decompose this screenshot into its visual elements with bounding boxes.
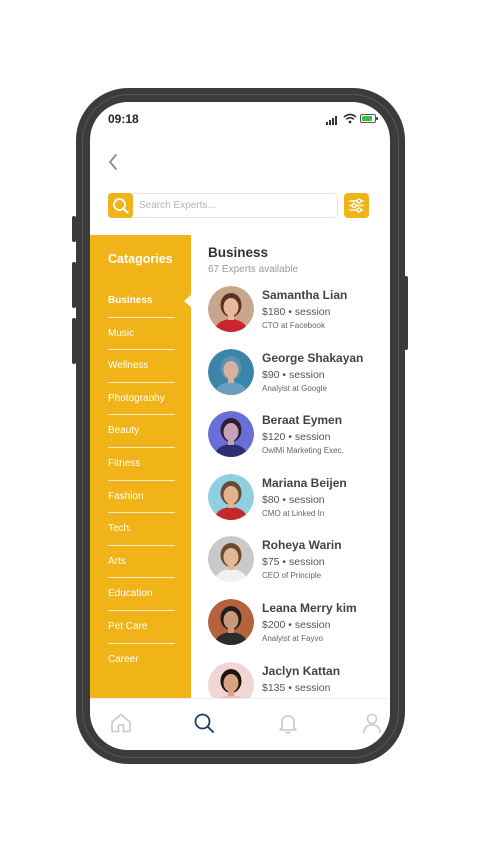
experts-heading: Business bbox=[208, 245, 269, 260]
category-list: Business Music Wellness Photograohy Beauty Fi… bbox=[108, 285, 175, 676]
expert-price: $90 • session bbox=[262, 368, 325, 381]
expert-avatar bbox=[208, 286, 254, 332]
expert-role: Analyist at Fayvo bbox=[262, 633, 323, 643]
nav-profile-icon[interactable] bbox=[360, 711, 384, 735]
wifi-icon bbox=[343, 113, 357, 124]
active-category-pointer bbox=[184, 294, 192, 308]
expert-price: $180 • session bbox=[262, 306, 331, 318]
expert-role: CTO at Facebook bbox=[262, 321, 325, 330]
category-item-pet-care[interactable]: Pet Care bbox=[108, 611, 175, 644]
signal-icon bbox=[326, 115, 340, 125]
category-item-music[interactable]: Music bbox=[108, 318, 175, 351]
expert-list-item[interactable]: Beraat Eymen $120 • session OwlMi Marketin… bbox=[208, 411, 386, 474]
expert-role: CMO at Linked In bbox=[262, 508, 325, 518]
expert-role: CEO of Principle bbox=[262, 571, 322, 581]
expert-name: Mariana Beijen bbox=[262, 475, 347, 490]
status-time: 09:18 bbox=[108, 112, 139, 126]
battery-icon bbox=[360, 114, 378, 123]
nav-search-icon[interactable] bbox=[192, 711, 216, 735]
category-item-arts[interactable]: Arts bbox=[108, 546, 175, 579]
expert-price: $80 • session bbox=[262, 493, 325, 506]
search-icon bbox=[113, 198, 129, 214]
expert-name: Jaclyn Kattan bbox=[262, 663, 341, 678]
expert-list-item[interactable]: Samantha Lian $180 • session CTO at Facebo… bbox=[208, 286, 386, 349]
expert-list-item[interactable]: Leana Merry kim $200 • session Analyist at… bbox=[208, 598, 386, 662]
expert-avatar bbox=[208, 473, 254, 520]
category-item-beauty[interactable]: Beauty bbox=[108, 415, 175, 448]
expert-role: Analyist at Google bbox=[262, 383, 327, 393]
search-button[interactable] bbox=[108, 193, 133, 218]
expert-name: Roheya Warin bbox=[262, 538, 342, 553]
nav-home-icon[interactable] bbox=[109, 711, 133, 735]
status-bar: 09:18 bbox=[90, 102, 390, 136]
bottom-nav bbox=[90, 698, 390, 750]
stage: 09:18 Search Experts... Catagories Busin… bbox=[0, 0, 479, 852]
search-bar bbox=[108, 193, 338, 218]
category-item-career[interactable]: Career bbox=[108, 644, 175, 677]
experts-count: 67 Experts available bbox=[208, 264, 299, 275]
expert-avatar bbox=[208, 411, 254, 458]
expert-avatar bbox=[208, 536, 254, 583]
expert-list-item[interactable]: George Shakayan $90 • session Analyist at … bbox=[208, 348, 386, 412]
category-item-wellness[interactable]: Wellness bbox=[108, 350, 175, 383]
sliders-icon bbox=[349, 198, 364, 213]
search-input[interactable] bbox=[139, 194, 334, 217]
expert-price: $75 • session bbox=[262, 556, 325, 569]
expert-name: Leana Merry kim bbox=[262, 600, 357, 615]
category-title: Catagories bbox=[108, 252, 173, 266]
expert-role: OwlMi Marketing Exec. bbox=[262, 446, 344, 456]
back-chevron-icon[interactable] bbox=[106, 152, 120, 172]
expert-price: $120 • session bbox=[262, 431, 331, 444]
category-item-fashion[interactable]: Fashion bbox=[108, 481, 175, 514]
expert-price: $200 • session bbox=[262, 618, 331, 631]
expert-list-item[interactable]: Mariana Beijen $80 • session CMO at Linked… bbox=[208, 473, 386, 537]
expert-name: Beraat Eymen bbox=[262, 413, 343, 428]
app-screen: 09:18 Search Experts... Catagories Busin… bbox=[90, 102, 390, 750]
category-item-education[interactable]: Education bbox=[108, 578, 175, 611]
expert-avatar bbox=[208, 348, 254, 395]
expert-list-item[interactable]: Roheya Warin $75 • session CEO of Principl… bbox=[208, 536, 386, 599]
experts-list: Samantha Lian $180 • session CTO at Facebo… bbox=[208, 286, 386, 724]
category-item-fitness[interactable]: Fitness bbox=[108, 448, 175, 481]
expert-name: Samantha Lian bbox=[262, 288, 348, 302]
expert-price: $135 • session bbox=[262, 681, 331, 694]
nav-bell-icon[interactable] bbox=[276, 711, 300, 735]
category-panel: Catagories Business Music Wellness Photogra… bbox=[90, 235, 191, 705]
category-item-business[interactable]: Business bbox=[108, 285, 175, 318]
expert-name: George Shakayan bbox=[262, 350, 364, 365]
filter-button[interactable] bbox=[344, 193, 369, 218]
expert-avatar bbox=[208, 598, 254, 645]
category-item-tech[interactable]: Tech. bbox=[108, 513, 175, 546]
category-item-photograohy[interactable]: Photograohy bbox=[108, 383, 175, 416]
